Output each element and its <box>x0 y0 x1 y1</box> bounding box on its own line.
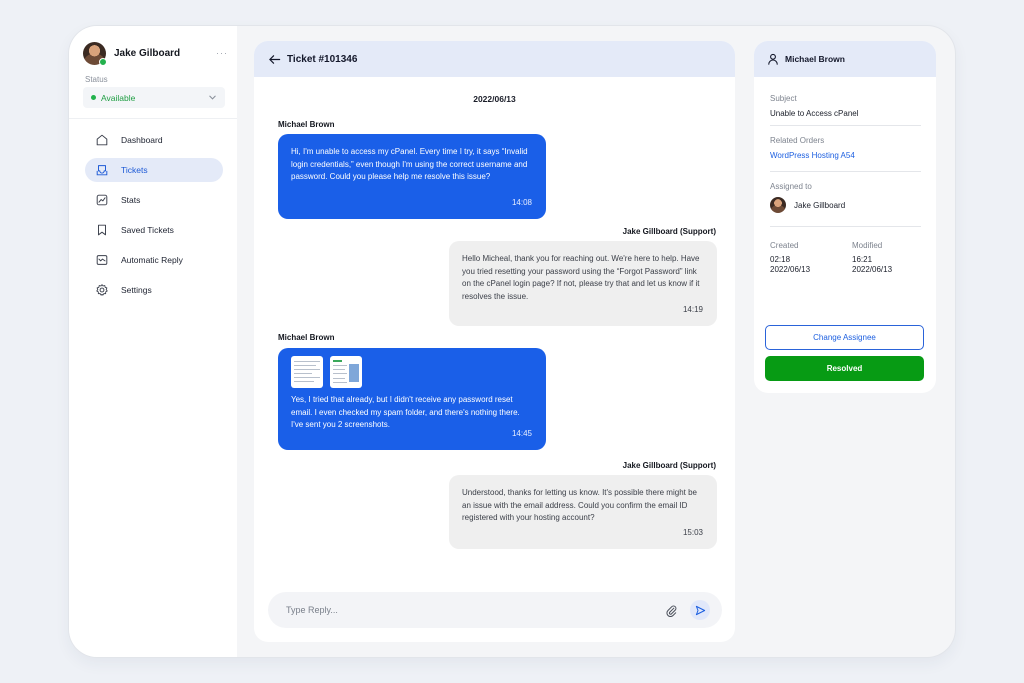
related-order-link[interactable]: WordPress Hosting A54 <box>770 151 855 160</box>
bookmark-icon <box>98 224 106 236</box>
message-sender: Michael Brown <box>278 333 335 342</box>
arrow-left-icon[interactable] <box>268 53 281 66</box>
user-profile[interactable]: Jake Gilboard ··· <box>83 41 228 66</box>
message-time: 14:45 <box>511 428 532 438</box>
date-separator: 2022/06/13 <box>473 94 516 104</box>
send-icon <box>695 605 705 615</box>
message-time: 14:08 <box>511 197 532 207</box>
chevron-down-icon <box>209 95 216 100</box>
message-text: Yes, I tried that already, but I didn't … <box>291 395 520 429</box>
created-label: Created <box>770 241 799 250</box>
sidebar-item-label: Settings <box>121 285 152 295</box>
sidebar: Jake Gilboard ··· Status Available Dashb… <box>69 26 237 657</box>
user-icon <box>768 53 778 65</box>
sidebar-item-settings[interactable]: Settings <box>85 278 223 302</box>
customer-name: Michael Brown <box>785 54 845 64</box>
subject-label: Subject <box>770 94 797 103</box>
message-bubble: Hello Micheal, thank you for reaching ou… <box>449 241 717 326</box>
sidebar-divider <box>69 118 237 119</box>
modified-time: 16:21 <box>852 255 873 264</box>
status-dot <box>91 95 96 100</box>
gear-icon <box>96 284 108 296</box>
ticket-title: Ticket #101346 <box>287 53 358 65</box>
message-bubble: Hi, I'm unable to access my cPanel. Ever… <box>278 134 546 219</box>
paperclip-icon[interactable] <box>665 604 678 617</box>
message-sender: Jake Gillboard (Support) <box>622 227 716 236</box>
divider <box>770 226 921 227</box>
chat-header: Ticket #101346 <box>254 41 735 77</box>
sidebar-item-tickets[interactable]: Tickets <box>85 158 223 182</box>
status-label: Status <box>85 75 108 84</box>
sidebar-item-saved-tickets[interactable]: Saved Tickets <box>85 218 223 242</box>
sidebar-item-dashboard[interactable]: Dashboard <box>85 128 223 152</box>
reply-bar <box>268 592 722 628</box>
message-sender: Jake Gillboard (Support) <box>622 461 716 470</box>
screenshot-thumbnail[interactable] <box>330 356 362 388</box>
chat-panel: Ticket #101346 2022/06/13 Michael Brown … <box>254 41 735 642</box>
message-bubble: Understood, thanks for letting us know. … <box>449 475 717 549</box>
related-orders-label: Related Orders <box>770 136 825 145</box>
sidebar-item-label: Stats <box>121 195 141 205</box>
details-header: Michael Brown <box>754 41 936 77</box>
modified-label: Modified <box>852 241 883 250</box>
message-text: Hello Micheal, thank you for reaching ou… <box>462 254 700 301</box>
divider <box>770 171 921 172</box>
more-icon[interactable]: ··· <box>216 48 228 58</box>
sidebar-item-label: Dashboard <box>121 135 163 145</box>
auto-reply-icon <box>96 255 108 265</box>
ticket-details-panel: Michael Brown Subject Unable to Access c… <box>754 41 936 393</box>
avatar <box>770 197 786 213</box>
message-bubble: Yes, I tried that already, but I didn't … <box>278 348 546 450</box>
modified-date: 2022/06/13 <box>852 265 893 274</box>
assigned-label: Assigned to <box>770 182 812 191</box>
sidebar-item-label: Automatic Reply <box>121 255 183 265</box>
subject-value: Unable to Access cPanel <box>770 109 859 118</box>
resolved-button[interactable]: Resolved <box>765 356 924 381</box>
sidebar-nav: Dashboard Tickets Stats Saved Tickets Au… <box>85 128 223 308</box>
sidebar-item-label: Saved Tickets <box>121 225 174 235</box>
stats-icon <box>96 194 108 206</box>
status-select[interactable]: Available <box>83 87 225 108</box>
ticket-icon <box>96 165 108 176</box>
send-button[interactable] <box>690 600 710 620</box>
avatar <box>83 41 107 66</box>
sidebar-item-stats[interactable]: Stats <box>85 188 223 212</box>
message-sender: Michael Brown <box>278 120 335 129</box>
message-time: 14:19 <box>682 304 703 314</box>
screenshot-thumbnail[interactable] <box>291 356 323 388</box>
created-time: 02:18 <box>770 255 791 264</box>
message-time: 15:03 <box>682 527 703 537</box>
sidebar-item-label: Tickets <box>121 165 148 175</box>
profile-name: Jake Gilboard <box>114 47 181 59</box>
created-date: 2022/06/13 <box>770 265 811 274</box>
change-assignee-button[interactable]: Change Assignee <box>765 325 924 350</box>
divider <box>770 125 921 126</box>
assignee: Jake Gillboard <box>770 197 845 213</box>
message-text: Hi, I'm unable to access my cPanel. Ever… <box>291 147 528 181</box>
reply-input[interactable] <box>286 605 665 615</box>
status-value: Available <box>101 92 136 103</box>
online-indicator <box>99 57 107 66</box>
app-window: Jake Gilboard ··· Status Available Dashb… <box>69 26 955 657</box>
attachments <box>291 356 534 388</box>
assignee-name: Jake Gillboard <box>794 200 846 210</box>
sidebar-item-automatic-reply[interactable]: Automatic Reply <box>85 248 223 272</box>
message-text: Understood, thanks for letting us know. … <box>462 488 697 522</box>
home-icon <box>96 134 108 146</box>
